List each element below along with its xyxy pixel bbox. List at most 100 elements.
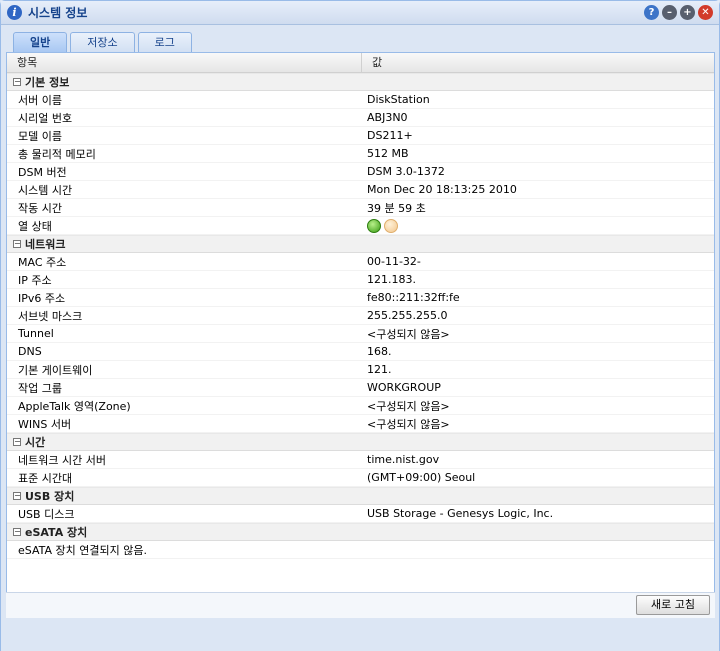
info-grid: 항목 값 − 기본 정보 서버 이름 DiskStation 시리얼 번호 ABJ3N0 모…	[6, 52, 715, 618]
row-key: 서브넷 마스크	[18, 309, 83, 323]
table-row[interactable]: 시리얼 번호 ABJ3N0	[7, 109, 714, 127]
row-key: 기본 게이트웨이	[18, 363, 93, 377]
table-row[interactable]: AppleTalk 영역(Zone) <구성되지 않음>	[7, 397, 714, 415]
table-row[interactable]: 서버 이름 DiskStation	[7, 91, 714, 109]
row-value: <구성되지 않음>	[367, 327, 450, 341]
group-label: eSATA 장치	[25, 526, 88, 539]
group-label: 시간	[25, 436, 46, 449]
row-value	[362, 218, 401, 233]
tab-strip: 일반 저장소 로그	[13, 32, 195, 53]
row-key: IP 주소	[18, 273, 52, 287]
group-label: USB 장치	[25, 490, 75, 503]
row-value: 121.	[367, 363, 392, 376]
row-value: DSM 3.0-1372	[367, 165, 445, 178]
window-title: 시스템 정보	[28, 6, 88, 20]
table-row[interactable]: 모델 이름 DS211+	[7, 127, 714, 145]
row-key: Tunnel	[18, 327, 54, 340]
row-value: Mon Dec 20 18:13:25 2010	[367, 183, 517, 196]
group-header[interactable]: − USB 장치	[7, 487, 714, 505]
row-key: WINS 서버	[18, 417, 72, 431]
row-key: AppleTalk 영역(Zone)	[18, 399, 131, 413]
tab-log[interactable]: 로그	[137, 32, 192, 52]
group-header[interactable]: − 기본 정보	[7, 73, 714, 91]
row-value: 168.	[367, 345, 392, 358]
minimize-icon[interactable]: –	[662, 5, 677, 20]
collapse-icon[interactable]: −	[13, 492, 21, 500]
row-value: 255.255.255.0	[367, 309, 448, 322]
collapse-icon[interactable]: −	[13, 528, 21, 536]
row-key: 모델 이름	[18, 129, 62, 143]
collapse-icon[interactable]: −	[13, 438, 21, 446]
table-row[interactable]: 시스템 시간 Mon Dec 20 18:13:25 2010	[7, 181, 714, 199]
maximize-icon[interactable]: +	[680, 5, 695, 20]
table-row[interactable]: 작동 시간 39 분 59 초	[7, 199, 714, 217]
grid-header: 항목 값	[7, 53, 714, 73]
collapse-icon[interactable]: −	[13, 78, 21, 86]
table-row[interactable]: WINS 서버 <구성되지 않음>	[7, 415, 714, 433]
group-label: 네트워크	[25, 238, 66, 251]
group-header[interactable]: − eSATA 장치	[7, 523, 714, 541]
refresh-button[interactable]: 새로 고침	[636, 595, 710, 615]
window-bottom-bar	[1, 623, 719, 651]
row-value: DS211+	[367, 129, 413, 142]
row-value: 00-11-32-	[367, 255, 421, 268]
table-row[interactable]: 작업 그룹 WORKGROUP	[7, 379, 714, 397]
grid-body: − 기본 정보 서버 이름 DiskStation 시리얼 번호 ABJ3N0 모델 이름 D…	[7, 73, 714, 559]
row-key: eSATA 장치 연결되지 않음.	[18, 543, 147, 557]
table-row[interactable]: Tunnel <구성되지 않음>	[7, 325, 714, 343]
row-key: DSM 버전	[18, 165, 67, 179]
table-row[interactable]: 서브넷 마스크 255.255.255.0	[7, 307, 714, 325]
table-row[interactable]: IP 주소 121.183.	[7, 271, 714, 289]
group-header[interactable]: − 시간	[7, 433, 714, 451]
row-value: <구성되지 않음>	[367, 399, 450, 413]
table-row[interactable]: 기본 게이트웨이 121.	[7, 361, 714, 379]
table-row[interactable]: DNS 168.	[7, 343, 714, 361]
table-row[interactable]: MAC 주소 00-11-32-	[7, 253, 714, 271]
row-value: 512 MB	[367, 147, 409, 160]
close-icon[interactable]: ✕	[698, 5, 713, 20]
title-bar: i 시스템 정보 ? – + ✕	[1, 1, 719, 25]
row-key: 네트워크 시간 서버	[18, 453, 106, 467]
group-label: 기본 정보	[25, 76, 70, 89]
column-header-value[interactable]: 값	[362, 53, 382, 72]
row-key: 표준 시간대	[18, 471, 73, 485]
row-key: IPv6 주소	[18, 291, 66, 305]
table-row[interactable]: 열 상태	[7, 217, 714, 235]
row-value: fe80::211:32ff:fe	[367, 291, 460, 304]
footer-bar: 새로 고침	[6, 592, 715, 618]
tab-general[interactable]: 일반	[13, 32, 68, 53]
row-value: 121.183.	[367, 273, 416, 286]
table-row[interactable]: DSM 버전 DSM 3.0-1372	[7, 163, 714, 181]
table-row[interactable]: 총 물리적 메모리 512 MB	[7, 145, 714, 163]
row-key: 시스템 시간	[18, 183, 73, 197]
table-row[interactable]: eSATA 장치 연결되지 않음.	[7, 541, 714, 559]
table-row[interactable]: 표준 시간대 (GMT+09:00) Seoul	[7, 469, 714, 487]
collapse-icon[interactable]: −	[13, 240, 21, 248]
help-icon[interactable]: ?	[644, 5, 659, 20]
row-value: ABJ3N0	[367, 111, 408, 124]
column-header-item[interactable]: 항목	[7, 53, 362, 72]
row-key: DNS	[18, 345, 42, 358]
row-value: <구성되지 않음>	[367, 417, 450, 431]
row-key: 열 상태	[18, 219, 52, 233]
system-info-window: i 시스템 정보 ? – + ✕ 일반 저장소 로그 항목 값 − 기본 정보 서버…	[0, 0, 720, 651]
row-value: DiskStation	[367, 93, 430, 106]
info-icon: i	[7, 5, 22, 20]
row-key: 작동 시간	[18, 201, 62, 215]
table-row[interactable]: USB 디스크 USB Storage - Genesys Logic, Inc.	[7, 505, 714, 523]
tab-storage[interactable]: 저장소	[70, 32, 135, 52]
row-key: 서버 이름	[18, 93, 62, 107]
row-key: 시리얼 번호	[18, 111, 73, 125]
thermal-warm-icon	[384, 218, 398, 233]
thermal-normal-icon	[367, 218, 381, 233]
row-value: time.nist.gov	[367, 453, 440, 466]
row-key: 작업 그룹	[18, 381, 62, 395]
table-row[interactable]: IPv6 주소 fe80::211:32ff:fe	[7, 289, 714, 307]
row-value: USB Storage - Genesys Logic, Inc.	[367, 507, 554, 520]
row-key: USB 디스크	[18, 507, 75, 521]
group-header[interactable]: − 네트워크	[7, 235, 714, 253]
row-value: WORKGROUP	[367, 381, 441, 394]
table-row[interactable]: 네트워크 시간 서버 time.nist.gov	[7, 451, 714, 469]
row-value: 39 분 59 초	[367, 201, 426, 215]
row-key: MAC 주소	[18, 255, 67, 269]
